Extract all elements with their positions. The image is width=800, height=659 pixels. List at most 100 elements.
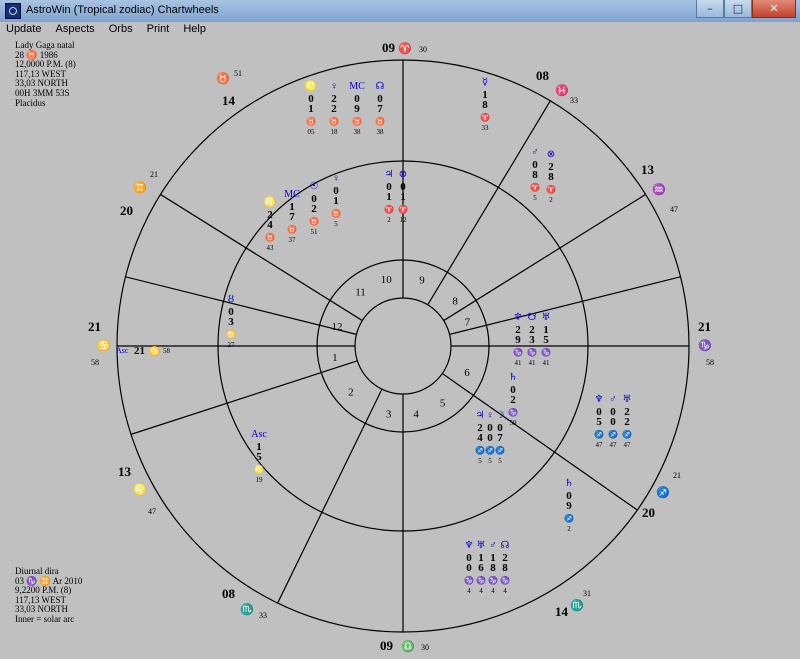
- outer-planet-minute: 2: [567, 525, 571, 533]
- inner-planet-degree: 7: [497, 432, 503, 444]
- inner-planet-minute: 27: [228, 341, 236, 349]
- window-title: AstroWin (Tropical zodiac) Chartwheels: [26, 4, 219, 16]
- inner-planet-minute: 37: [289, 236, 297, 244]
- outer-planet-glyph: ♆: [465, 540, 474, 551]
- cusp-sign: ♋: [97, 339, 111, 352]
- inner-planet-sign: ♐: [475, 445, 485, 455]
- inner-planet-sign: ♉: [331, 208, 341, 218]
- cusp-sign: ♎: [401, 640, 415, 653]
- cusp-minute: 47: [148, 507, 156, 516]
- cusp-degree: 09: [382, 40, 396, 55]
- outer-planet-degree: 2: [624, 416, 630, 428]
- cusp-sign: ♏: [240, 603, 254, 616]
- outer-planet-sign: ♑: [464, 575, 474, 585]
- outer-planet-minute: 47: [596, 441, 604, 449]
- outer-planet-minute: 33: [482, 124, 490, 132]
- cusp-minute: 47: [670, 205, 678, 214]
- cusp-sign: ♉: [216, 72, 230, 85]
- menu-print[interactable]: Print: [141, 22, 175, 35]
- outer-planet-degree: 7: [377, 103, 383, 115]
- outer-planet-sign: ♉: [306, 116, 316, 126]
- menu-update[interactable]: Update: [0, 22, 46, 35]
- menu-aspects[interactable]: Aspects: [50, 22, 100, 35]
- outer-planet-degree: 9: [566, 500, 572, 512]
- planet-labels: ♌01♉05♀22♉18MC09♉38☊07♉38☿18♈33♂08♈5⊗28♈…: [116, 77, 632, 595]
- cusp-minute: 33: [259, 611, 267, 620]
- outer-planet-minute: 18: [331, 128, 339, 136]
- cusp-degree: 08: [222, 586, 236, 601]
- outer-planet-minute: 5: [533, 194, 537, 202]
- inner-planet-sign: ♋: [226, 329, 236, 339]
- cusp-minute: 21: [673, 471, 681, 480]
- outer-planet-sign: ♉: [375, 116, 385, 126]
- outer-planet-degree: 8: [490, 562, 496, 574]
- outer-planet-minute: 05: [308, 128, 316, 136]
- outer-planet-minute: 4: [467, 587, 471, 595]
- house-number: 4: [413, 409, 419, 421]
- outer-planet-degree: 8: [482, 99, 488, 111]
- outer-planet-degree: 8: [502, 562, 508, 574]
- outer-planet-sign: ♈: [530, 182, 540, 192]
- cusp-degree: 09: [380, 638, 394, 653]
- inner-planet-sign: ♈: [384, 204, 394, 214]
- asc-degree: 21: [134, 345, 145, 357]
- inner-planet-sign: ♉: [265, 232, 275, 242]
- cusp-degree: 14: [222, 93, 236, 108]
- inner-planet-minute: 43: [267, 244, 275, 252]
- cusp-minute: 33: [570, 96, 578, 105]
- outer-planet-degree: 8: [548, 171, 554, 183]
- inner-planet-minute: 5: [488, 457, 492, 465]
- outer-planet-minute: 47: [624, 441, 632, 449]
- outer-planet-glyph: ♀: [330, 81, 338, 92]
- cusp-line: [125, 276, 357, 335]
- house-number: 10: [381, 274, 393, 286]
- outer-planet-degree: 5: [596, 416, 602, 428]
- outer-planet-glyph: ☊: [376, 81, 385, 92]
- maximize-button[interactable]: □: [724, 0, 752, 18]
- outer-planet-glyph: ⊗: [547, 149, 555, 160]
- close-button[interactable]: ✕: [752, 0, 796, 18]
- outer-planet-sign: ♐: [622, 429, 632, 439]
- inner-planet-minute: 5: [334, 220, 338, 228]
- cusp-sign: ♏: [570, 599, 584, 612]
- inner-planet-minute: 19: [256, 476, 264, 484]
- inner-planet-glyph: ♃: [476, 410, 485, 421]
- cusp-minute: 58: [91, 358, 99, 367]
- outer-planet-glyph: ♅: [623, 394, 632, 405]
- cusp-degree: 08: [536, 68, 550, 83]
- cusp-degree: 13: [641, 162, 655, 177]
- inner-planet-degree: 5: [256, 451, 262, 463]
- house-number: 8: [452, 296, 458, 308]
- window-titlebar[interactable]: AstroWin (Tropical zodiac) Chartwheels –…: [0, 0, 800, 23]
- chart-wheel[interactable]: 123 456789101112 21♋5821♑5809 ♈ 3009 ♎ 3014♉ 5…: [0, 38, 800, 659]
- inner-planet-glyph: ♀: [332, 173, 340, 184]
- outer-planet-minute: 41: [543, 359, 551, 367]
- outer-planet-glyph: ♂: [489, 540, 497, 551]
- menu-orbs[interactable]: Orbs: [103, 22, 138, 35]
- outer-planet-minute: 38: [377, 128, 385, 136]
- cusp-minute: 30: [419, 45, 427, 54]
- minimize-button[interactable]: –: [696, 0, 724, 18]
- cusp-degree: 21: [698, 319, 711, 334]
- asc-minute: 58: [163, 347, 171, 355]
- outer-planet-minute: 59: [510, 419, 518, 427]
- cusp-minute: 51: [234, 69, 242, 78]
- house-number: 3: [386, 408, 392, 420]
- cusp-minute: 30: [421, 643, 429, 652]
- house-number: 7: [465, 316, 471, 328]
- inner-planet-sign: ♐: [485, 445, 495, 455]
- outer-planet-sign: ♑: [488, 575, 498, 585]
- cusp-sign: ♈: [398, 42, 412, 55]
- outer-planet-degree: 8: [532, 169, 538, 181]
- outer-planet-sign: ♑: [513, 347, 523, 357]
- center-circle: [354, 297, 452, 395]
- outer-planet-minute: 2: [549, 196, 553, 204]
- inner-planet-minute: 5: [478, 457, 482, 465]
- inner-planet-glyph: ☉: [310, 181, 319, 192]
- window-controls: – □ ✕: [696, 0, 796, 18]
- asc-label: Asc: [116, 346, 129, 355]
- house-cusps: [117, 60, 689, 632]
- inner-planet-degree: 3: [228, 316, 234, 328]
- menu-help[interactable]: Help: [177, 22, 211, 35]
- cusp-degree: 21: [88, 319, 101, 334]
